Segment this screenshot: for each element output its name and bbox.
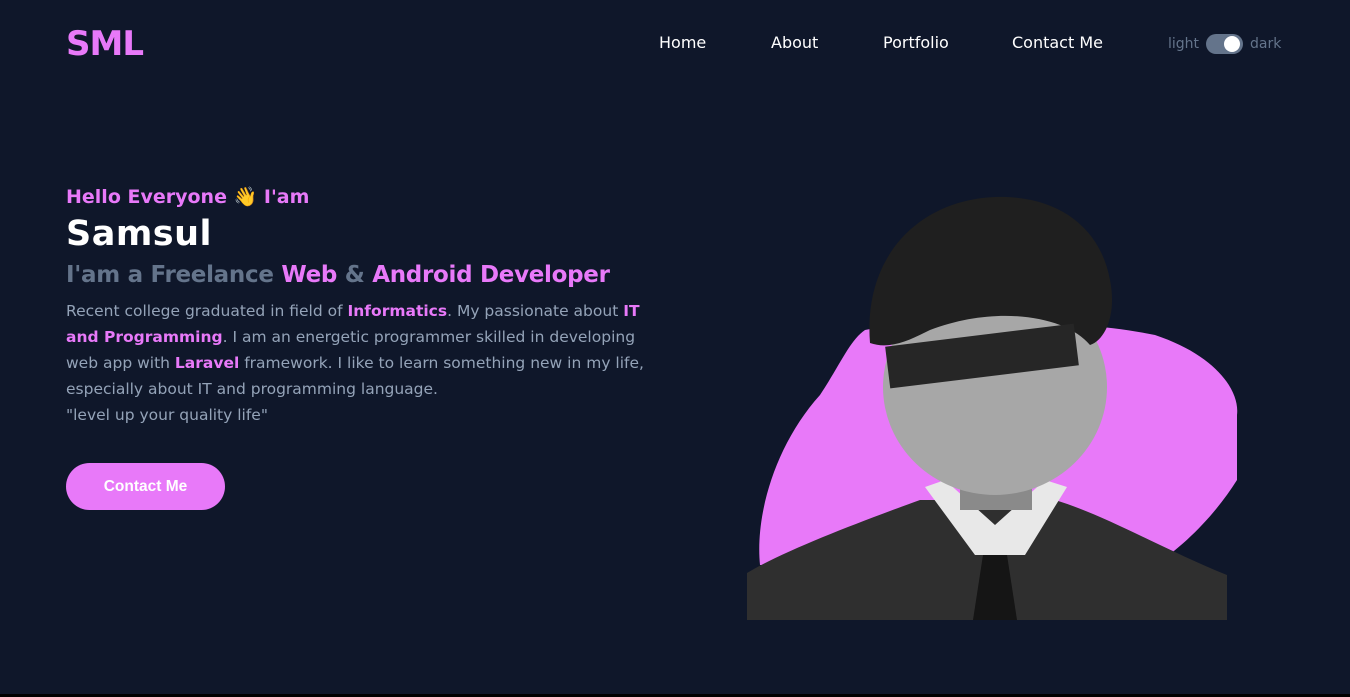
hero-section: Hello Everyone 👋 I'am Samsul I'am a Free… [66,185,666,428]
bio-text-1: Recent college graduated in field of [66,302,348,320]
portrait-illustration [747,196,1238,620]
hero-greeting: Hello Everyone 👋 I'am [66,185,666,208]
nav-contact-link[interactable]: Contact Me [1012,33,1103,52]
contact-me-button[interactable]: Contact Me [66,463,225,510]
bio-highlight-informatics: Informatics [347,302,448,320]
site-logo[interactable]: SML [66,24,144,64]
hero-name: Samsul [66,214,213,254]
wave-hand-icon: 👋 [233,186,258,208]
theme-switch-knob [1224,36,1240,52]
navbar: SML Home About Portfolio Contact Me ligh… [0,0,1350,88]
role-middle: & [337,262,373,288]
hero-bio: Recent college graduated in field of Inf… [66,298,656,428]
nav-about-link[interactable]: About [771,33,818,52]
theme-switch[interactable] [1206,34,1243,54]
bio-text-2: . My passionate about [447,302,624,320]
nav-home-link[interactable]: Home [659,33,706,52]
theme-dark-label: dark [1250,36,1282,52]
theme-light-label: light [1168,36,1200,52]
hero-portrait [745,195,1240,620]
nav-portfolio-link[interactable]: Portfolio [883,33,949,52]
role-highlight-android: Android Developer [372,262,610,288]
role-highlight-web: Web [281,262,338,288]
hero-role: I'am a Freelance Web & Android Developer [66,262,666,288]
greeting-tail: I'am [263,186,310,208]
role-prefix: I'am a Freelance [66,262,282,288]
theme-toggle: light dark [1168,33,1288,55]
bio-quote: "level up your quality life" [66,406,268,424]
greeting-text: Hello Everyone [66,186,227,208]
bio-highlight-laravel: Laravel [174,354,240,372]
